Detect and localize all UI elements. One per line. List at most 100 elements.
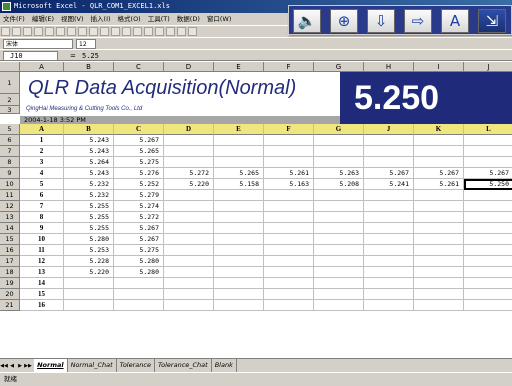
data-cell[interactable] — [164, 223, 214, 234]
data-cell[interactable] — [464, 146, 512, 157]
data-cell[interactable] — [414, 212, 464, 223]
menu-item-5[interactable]: 工具(T) — [148, 15, 170, 23]
sample-number-cell[interactable]: 11 — [20, 245, 64, 256]
data-cell[interactable] — [414, 146, 464, 157]
sample-number-cell[interactable]: 16 — [20, 300, 64, 311]
print-icon[interactable] — [34, 27, 43, 36]
data-cell[interactable]: 5.275 — [114, 157, 164, 168]
menu-item-7[interactable]: 窗口(W) — [207, 15, 232, 23]
open-icon[interactable] — [12, 27, 21, 36]
data-cell[interactable] — [214, 157, 264, 168]
font-name-select[interactable]: 宋体 — [3, 39, 73, 49]
data-cell[interactable] — [264, 157, 314, 168]
data-cell[interactable] — [464, 212, 512, 223]
data-cell[interactable] — [214, 135, 264, 146]
data-cell[interactable] — [314, 256, 364, 267]
row-header[interactable]: 12 — [0, 201, 20, 212]
crosshair-icon[interactable]: ⊕ — [330, 9, 358, 33]
sample-number-cell[interactable]: 3 — [20, 157, 64, 168]
sheet-tab-blank[interactable]: Blank — [212, 359, 237, 372]
data-cell[interactable] — [114, 300, 164, 311]
data-cell[interactable] — [464, 300, 512, 311]
preview-icon[interactable] — [45, 27, 54, 36]
data-cell[interactable] — [314, 267, 364, 278]
data-cell[interactable]: 5.243 — [64, 146, 114, 157]
data-cell[interactable] — [264, 135, 314, 146]
data-cell[interactable]: 5.255 — [64, 212, 114, 223]
data-cell[interactable]: 5.228 — [64, 256, 114, 267]
data-cell[interactable]: 5.264 — [64, 157, 114, 168]
menu-item-2[interactable]: 视图(V) — [61, 15, 84, 23]
data-cell[interactable]: 5.267 — [114, 223, 164, 234]
data-cell[interactable]: 5.261 — [264, 168, 314, 179]
data-cell[interactable] — [214, 146, 264, 157]
column-header-C[interactable]: C — [114, 62, 164, 72]
data-cell[interactable] — [414, 223, 464, 234]
row-header[interactable]: 17 — [0, 256, 20, 267]
data-cell[interactable] — [164, 300, 214, 311]
data-cell[interactable]: 5.158 — [214, 179, 264, 190]
data-cell[interactable] — [264, 234, 314, 245]
data-cell[interactable] — [214, 234, 264, 245]
sample-number-cell[interactable]: 10 — [20, 234, 64, 245]
menu-item-3[interactable]: 插入(I) — [91, 15, 111, 23]
data-cell[interactable]: 5.267 — [414, 168, 464, 179]
data-cell[interactable]: 5.232 — [64, 179, 114, 190]
sample-number-cell[interactable]: 8 — [20, 212, 64, 223]
menu-item-4[interactable]: 格式(O) — [118, 15, 141, 23]
sample-number-cell[interactable]: 14 — [20, 278, 64, 289]
column-header-I[interactable]: I — [414, 62, 464, 72]
data-cell[interactable]: 5.261 — [414, 179, 464, 190]
data-cell[interactable] — [464, 256, 512, 267]
data-cell[interactable] — [314, 135, 364, 146]
data-cell[interactable]: 5.265 — [114, 146, 164, 157]
data-cell[interactable]: 5.276 — [114, 168, 164, 179]
menu-item-6[interactable]: 数据(D) — [177, 15, 200, 23]
column-header-A[interactable]: A — [20, 62, 64, 72]
data-cell[interactable] — [164, 234, 214, 245]
data-cell[interactable] — [164, 201, 214, 212]
data-cell[interactable] — [264, 278, 314, 289]
data-cell[interactable] — [214, 289, 264, 300]
data-cell[interactable] — [64, 300, 114, 311]
data-cell[interactable] — [164, 267, 214, 278]
row-header[interactable]: 13 — [0, 212, 20, 223]
data-cell[interactable]: 5.280 — [64, 234, 114, 245]
column-header-E[interactable]: E — [214, 62, 264, 72]
data-cell[interactable] — [364, 245, 414, 256]
chart-icon[interactable] — [166, 27, 175, 36]
row-header[interactable]: 3 — [0, 106, 20, 114]
sample-number-cell[interactable]: 7 — [20, 201, 64, 212]
data-cell[interactable] — [164, 135, 214, 146]
sample-number-cell[interactable]: 13 — [20, 267, 64, 278]
row-header[interactable]: 10 — [0, 179, 20, 190]
active-cell[interactable]: 5.250 — [464, 179, 512, 190]
drawing-icon[interactable] — [177, 27, 186, 36]
data-cell[interactable] — [164, 256, 214, 267]
column-header-H[interactable]: H — [364, 62, 414, 72]
data-cell[interactable] — [364, 201, 414, 212]
row-header[interactable]: 5 — [0, 124, 20, 135]
data-cell[interactable] — [464, 245, 512, 256]
data-cell[interactable]: 5.253 — [64, 245, 114, 256]
column-header-D[interactable]: D — [164, 62, 214, 72]
data-cell[interactable] — [364, 223, 414, 234]
data-cell[interactable] — [364, 267, 414, 278]
data-cell[interactable]: 5.243 — [64, 168, 114, 179]
data-cell[interactable]: 5.267 — [114, 135, 164, 146]
speaker-icon[interactable]: 🔈 — [293, 9, 321, 33]
data-cell[interactable] — [414, 245, 464, 256]
data-cell[interactable]: 5.275 — [114, 245, 164, 256]
data-cell[interactable] — [464, 289, 512, 300]
row-header[interactable]: 8 — [0, 157, 20, 168]
data-cell[interactable] — [164, 146, 214, 157]
data-cell[interactable]: 5.274 — [114, 201, 164, 212]
font-size-icon[interactable]: A — [441, 9, 469, 33]
data-cell[interactable] — [464, 267, 512, 278]
data-cell[interactable] — [364, 212, 414, 223]
data-cell[interactable] — [314, 300, 364, 311]
data-cell[interactable]: 5.279 — [114, 190, 164, 201]
row-header[interactable]: 19 — [0, 278, 20, 289]
data-cell[interactable] — [164, 289, 214, 300]
data-cell[interactable]: 5.267 — [464, 168, 512, 179]
